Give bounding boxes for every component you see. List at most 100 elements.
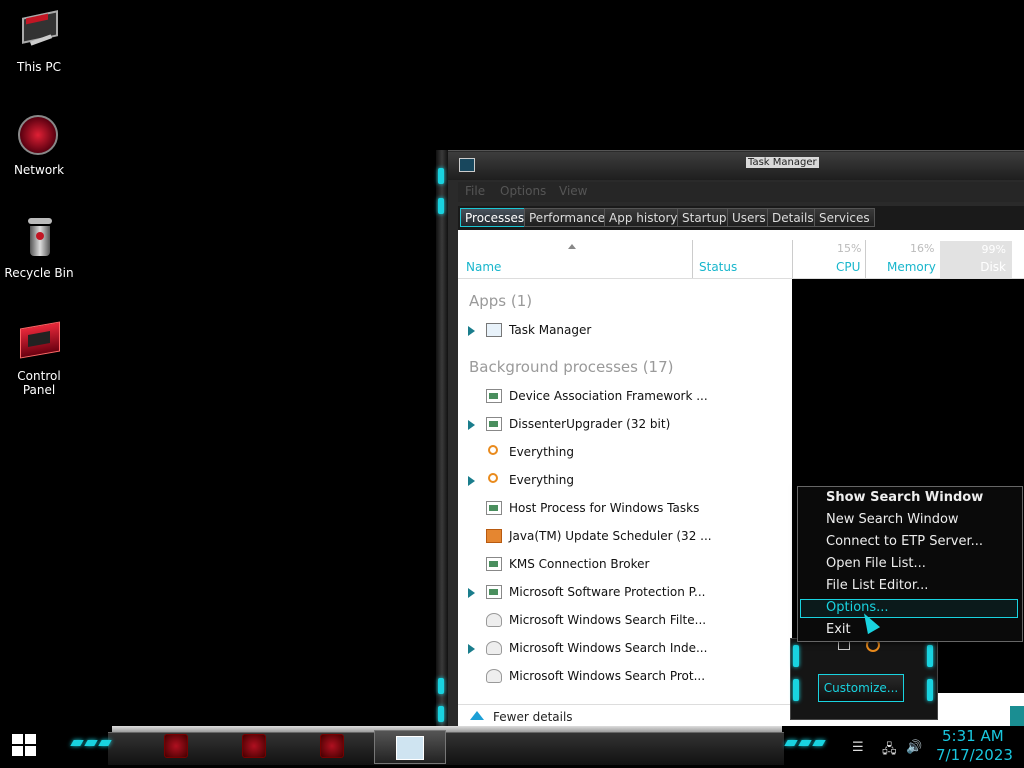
menu-item-exit[interactable]: Exit [826,622,851,637]
taskbar-center [108,732,784,765]
window-icon [486,417,502,431]
tab-startup[interactable]: Startup [677,208,732,227]
clock-date[interactable]: 7/17/2023 [936,746,1013,764]
process-row[interactable]: Java(TM) Update Scheduler (32 ... [468,526,788,548]
column-memory[interactable]: Memory [887,260,936,274]
tab-processes[interactable]: Processes [460,208,530,227]
volume-icon[interactable]: 🔊 [906,740,922,755]
menu-item-show-search-window[interactable]: Show Search Window [826,490,983,505]
process-row[interactable]: Host Process for Windows Tasks [468,498,788,520]
task-manager-icon [396,736,424,760]
tab-details[interactable]: Details [767,208,819,227]
process-row[interactable]: Microsoft Windows Search Filte... [468,610,788,632]
menu-view[interactable]: View [559,184,587,198]
taskbar-app-icon[interactable] [320,734,344,758]
action-center-icon[interactable]: ☰ [852,740,864,755]
column-cpu[interactable]: CPU [836,260,860,274]
expand-chevron-icon[interactable] [468,420,475,430]
magnifier-icon [488,473,498,483]
column-status[interactable]: Status [699,260,737,274]
window-icon [486,501,502,515]
process-name: DissenterUpgrader (32 bit) [509,417,671,431]
menu-file[interactable]: File [465,184,485,198]
process-name: Everything [509,445,574,459]
process-name: Microsoft Windows Search Inde... [509,641,708,655]
menu-bar: File Options View [458,182,1024,202]
desktop-icon-network[interactable]: Network [0,113,78,177]
desktop-icon-label: Control Panel [17,369,61,397]
group-apps: Apps (1) [469,292,533,310]
disk-label: Disk [980,260,1006,274]
user-icon [486,641,502,655]
fewer-details-link[interactable]: Fewer details [493,710,573,724]
menu-item-file-list-editor[interactable]: File List Editor... [826,578,928,593]
taskbar-app-icon[interactable] [242,734,266,758]
arrow-up-icon[interactable] [470,711,484,720]
process-row[interactable]: Device Association Framework ... [468,386,788,408]
expand-chevron-icon[interactable] [468,326,475,336]
task-manager-icon [459,158,475,172]
menu-item-connect-etp[interactable]: Connect to ETP Server... [826,534,983,549]
desktop-icon-label: Network [13,163,65,177]
window-icon [486,557,502,571]
tab-strip: Processes Performance App history Startu… [458,206,1024,230]
this-pc-icon [16,10,62,56]
expand-chevron-icon[interactable] [468,644,475,654]
process-row[interactable]: Microsoft Software Protection P... [468,582,788,604]
column-name[interactable]: Name [466,260,501,274]
user-icon [486,613,502,627]
clock-time[interactable]: 5:31 AM [942,727,1004,745]
tab-users[interactable]: Users [727,208,771,227]
menu-item-open-file-list[interactable]: Open File List... [826,556,926,571]
user-icon [486,669,502,683]
process-row[interactable]: Everything [468,442,788,464]
start-button[interactable] [12,734,38,758]
process-row[interactable]: Everything [468,470,788,492]
network-icon [16,113,62,159]
menu-options[interactable]: Options [500,184,546,198]
desktop-icon-recycle-bin[interactable]: Recycle Bin [0,216,78,280]
java-icon [486,529,502,543]
magnifier-icon [488,445,498,455]
title-bar[interactable] [448,152,1024,180]
memory-percent: 16% [910,242,935,255]
desktop-icon-label: This PC [17,60,61,74]
process-name: Microsoft Windows Search Prot... [509,669,706,683]
process-name: Java(TM) Update Scheduler (32 ... [509,529,712,543]
process-name: Microsoft Windows Search Filte... [509,613,707,627]
process-row[interactable]: Task Manager [468,320,788,342]
expand-chevron-icon[interactable] [468,476,475,486]
process-row[interactable]: Microsoft Windows Search Inde... [468,638,788,660]
tab-services[interactable]: Services [814,208,875,227]
expand-chevron-icon[interactable] [468,588,475,598]
menu-item-new-search-window[interactable]: New Search Window [826,512,959,527]
group-background: Background processes (17) [469,358,674,376]
process-row[interactable]: KMS Connection Broker [468,554,788,576]
process-row[interactable]: Microsoft Windows Search Prot... [468,666,788,688]
process-row[interactable]: DissenterUpgrader (32 bit) [468,414,788,436]
task-manager-icon [486,323,502,337]
process-name: Task Manager [509,323,592,337]
window-icon [486,389,502,403]
window-title: Task Manager [746,157,819,168]
desktop-icon-label: Recycle Bin [4,266,74,280]
window-icon [486,585,502,599]
recycle-bin-icon [16,216,62,262]
desktop-icon-control-panel[interactable]: Control Panel [0,319,78,397]
tab-performance[interactable]: Performance [524,208,611,227]
menu-item-options[interactable]: Options... [826,600,889,615]
taskbar-app-icon[interactable] [164,734,188,758]
process-name: Device Association Framework ... [509,389,708,403]
control-panel-icon [16,319,62,365]
disk-percent: 99% [981,243,1006,256]
column-disk[interactable]: 99% Disk [940,241,1012,278]
process-name: KMS Connection Broker [509,557,650,571]
process-name: Everything [509,473,574,487]
tab-app-history[interactable]: App history [604,208,683,227]
desktop-icon-this-pc[interactable]: This PC [0,10,78,74]
process-name: Microsoft Software Protection P... [509,585,706,599]
network-tray-icon[interactable]: 🖧 [882,740,897,762]
customize-button[interactable]: Customize... [818,674,904,702]
cpu-percent: 15% [837,242,862,255]
window-frame-rail [436,150,448,726]
